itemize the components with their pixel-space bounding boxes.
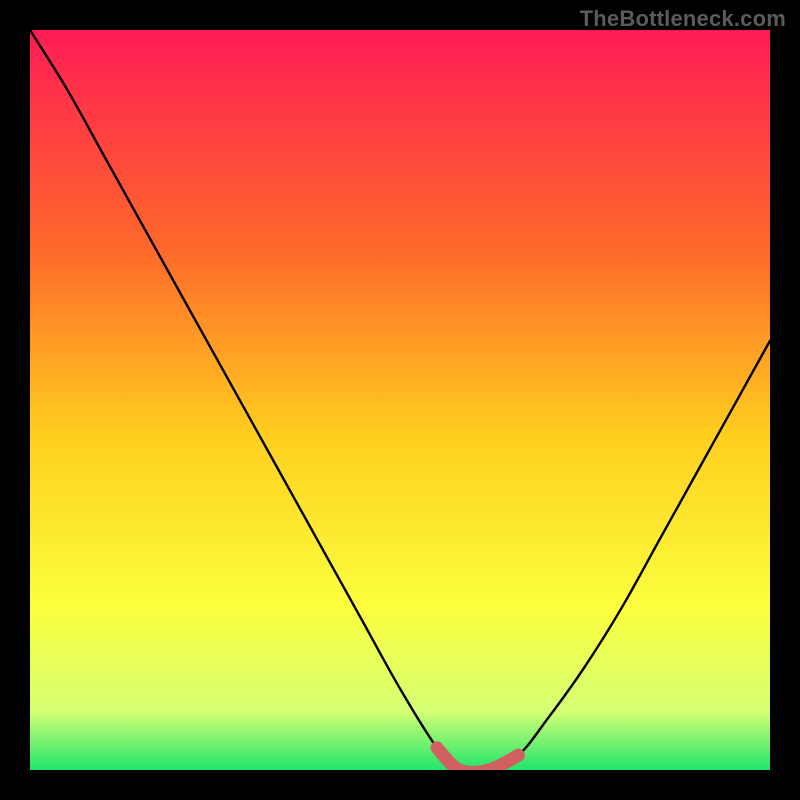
frame-bottom [0, 770, 800, 800]
frame-right [770, 0, 800, 800]
plot-area [30, 30, 770, 770]
chart-container: TheBottleneck.com [0, 0, 800, 800]
frame-left [0, 0, 30, 800]
watermark-text: TheBottleneck.com [580, 6, 786, 32]
bottleneck-chart [0, 0, 800, 800]
